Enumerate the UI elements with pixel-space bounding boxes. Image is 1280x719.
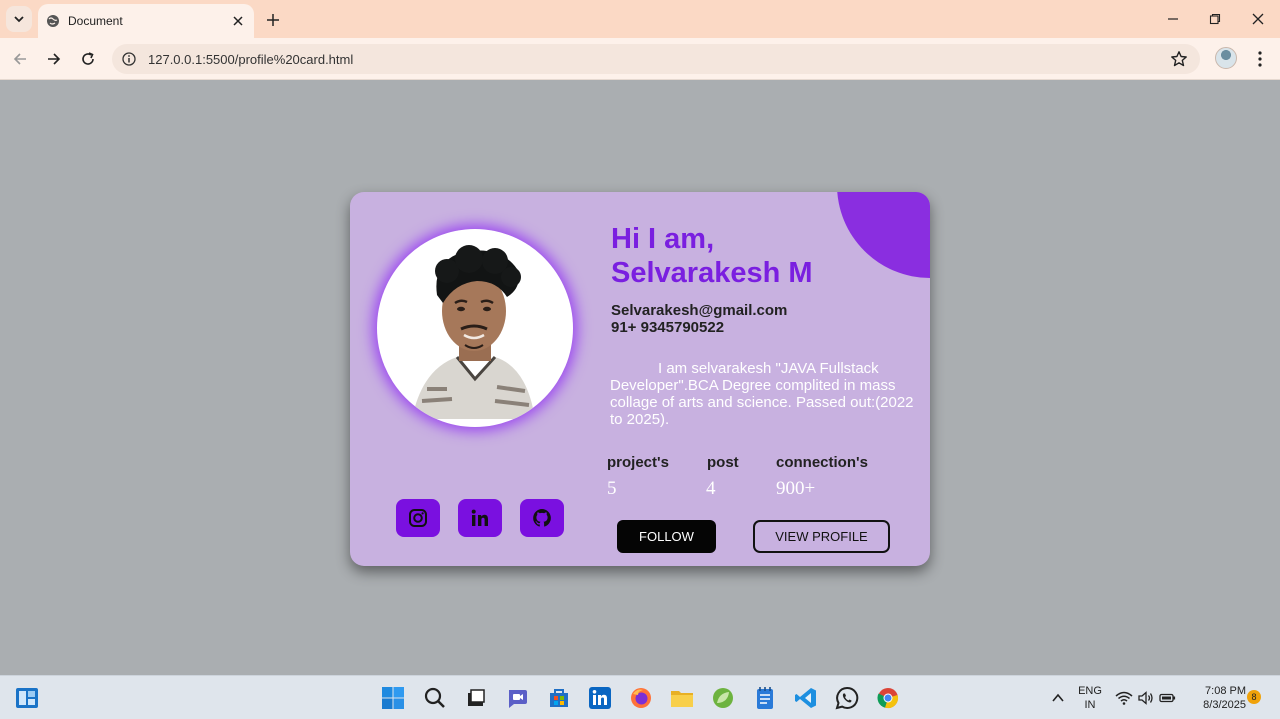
folder-icon (671, 691, 693, 707)
tab-strip: Document (0, 0, 1280, 38)
browser-tab[interactable]: Document (38, 4, 254, 38)
firefox-button[interactable] (627, 684, 655, 712)
region-code: IN (1084, 699, 1096, 711)
minimize-icon (1168, 18, 1178, 20)
store-button[interactable] (545, 684, 573, 712)
email-text: Selvarakesh@gmail.com (611, 302, 788, 319)
taskbar: ENG IN 7:08 PM 8/3/2025 (0, 675, 1280, 719)
back-button[interactable] (8, 47, 32, 71)
restore-icon (1209, 13, 1221, 25)
file-explorer-button[interactable] (668, 684, 696, 712)
battery-icon (1159, 693, 1176, 703)
whatsapp-button[interactable] (833, 684, 861, 712)
globe-icon (47, 15, 59, 27)
plus-icon (267, 14, 279, 26)
close-window-button[interactable] (1247, 8, 1269, 30)
vscode-button[interactable] (792, 684, 820, 712)
instagram-button[interactable] (396, 499, 440, 537)
linkedin-app-icon (589, 687, 611, 709)
bio-text: I am selvarakesh "JAVA Fullstack Develop… (610, 360, 914, 428)
windows-icon (382, 687, 404, 709)
arrow-left-icon (13, 53, 26, 65)
language-code: ENG (1078, 685, 1102, 697)
widgets-button[interactable] (13, 684, 41, 712)
stat-value-projects: 5 (607, 478, 617, 499)
profile-name: Selvarakesh M (611, 257, 813, 289)
close-tab-icon[interactable] (230, 13, 246, 29)
new-tab-button[interactable] (262, 9, 284, 31)
search-button[interactable] (421, 684, 449, 712)
spring-tools-button[interactable] (709, 684, 737, 712)
stat-label-projects: project's (607, 454, 669, 471)
reload-icon (82, 52, 94, 65)
stat-value-posts: 4 (706, 478, 716, 499)
forward-button[interactable] (42, 47, 66, 71)
widgets-icon (16, 688, 38, 708)
kebab-menu-icon (1258, 51, 1262, 67)
start-button[interactable] (379, 684, 407, 712)
close-icon (1252, 13, 1264, 25)
firefox-icon (631, 688, 651, 708)
stat-label-connections: connection's (776, 454, 868, 471)
linkedin-app-button[interactable] (586, 684, 614, 712)
instagram-icon (409, 509, 427, 527)
language-indicator[interactable]: ENG IN (1074, 684, 1106, 712)
bookmark-star-icon[interactable] (1170, 50, 1188, 68)
notepad-icon (757, 687, 773, 709)
clock-date: 8/3/2025 (1203, 699, 1246, 711)
github-button[interactable] (520, 499, 564, 537)
search-icon (424, 687, 445, 708)
arrow-right-icon (48, 53, 61, 65)
stat-label-posts: post (707, 454, 739, 471)
linkedin-icon (471, 509, 488, 526)
task-view-icon (468, 689, 485, 706)
profile-photo (377, 229, 573, 427)
chevron-down-icon (14, 16, 24, 23)
show-hidden-icons-button[interactable] (1044, 684, 1072, 712)
reload-button[interactable] (76, 47, 100, 71)
greeting-line: Hi I am, (611, 223, 715, 255)
notepad-button[interactable] (751, 684, 779, 712)
menu-button[interactable] (1250, 47, 1270, 71)
stat-value-connections: 900+ (776, 478, 816, 499)
chrome-button[interactable] (874, 684, 902, 712)
profile-card: Hi I am, Selvarakesh M Selvarakesh@gmail… (350, 192, 930, 566)
info-icon[interactable] (122, 52, 136, 66)
volume-icon (1138, 691, 1153, 705)
restore-button[interactable] (1204, 8, 1226, 30)
teams-button[interactable] (503, 684, 531, 712)
notification-badge[interactable]: 8 (1247, 690, 1261, 704)
spring-leaf-icon (713, 688, 733, 708)
follow-button[interactable]: FOLLOW (617, 520, 716, 553)
corner-decoration (837, 192, 930, 278)
task-view-button[interactable] (462, 684, 490, 712)
browser-toolbar: 127.0.0.1:5500/profile%20card.html (0, 38, 1280, 80)
phone-text: 91+ 9345790522 (611, 319, 725, 336)
view-profile-button[interactable]: VIEW PROFILE (753, 520, 890, 553)
teams-chat-icon (509, 690, 527, 708)
chevron-up-icon (1052, 693, 1064, 702)
minimize-button[interactable] (1162, 8, 1184, 30)
address-bar[interactable]: 127.0.0.1:5500/profile%20card.html (112, 44, 1200, 74)
profile-avatar[interactable] (1215, 47, 1237, 69)
url-text: 127.0.0.1:5500/profile%20card.html (148, 51, 354, 67)
clock-time: 7:08 PM (1205, 685, 1246, 697)
tab-title: Document (68, 14, 123, 28)
tab-search-button[interactable] (6, 6, 32, 32)
github-icon (533, 509, 551, 527)
chrome-icon (877, 688, 898, 709)
linkedin-button[interactable] (458, 499, 502, 537)
vscode-icon (795, 688, 816, 708)
greeting-heading: Hi I am, Selvarakesh M (611, 222, 813, 290)
quick-settings-button[interactable] (1112, 684, 1180, 712)
whatsapp-icon (835, 686, 859, 710)
store-icon (550, 689, 568, 707)
clock[interactable]: 7:08 PM 8/3/2025 (1188, 684, 1246, 712)
wifi-icon (1115, 691, 1133, 705)
